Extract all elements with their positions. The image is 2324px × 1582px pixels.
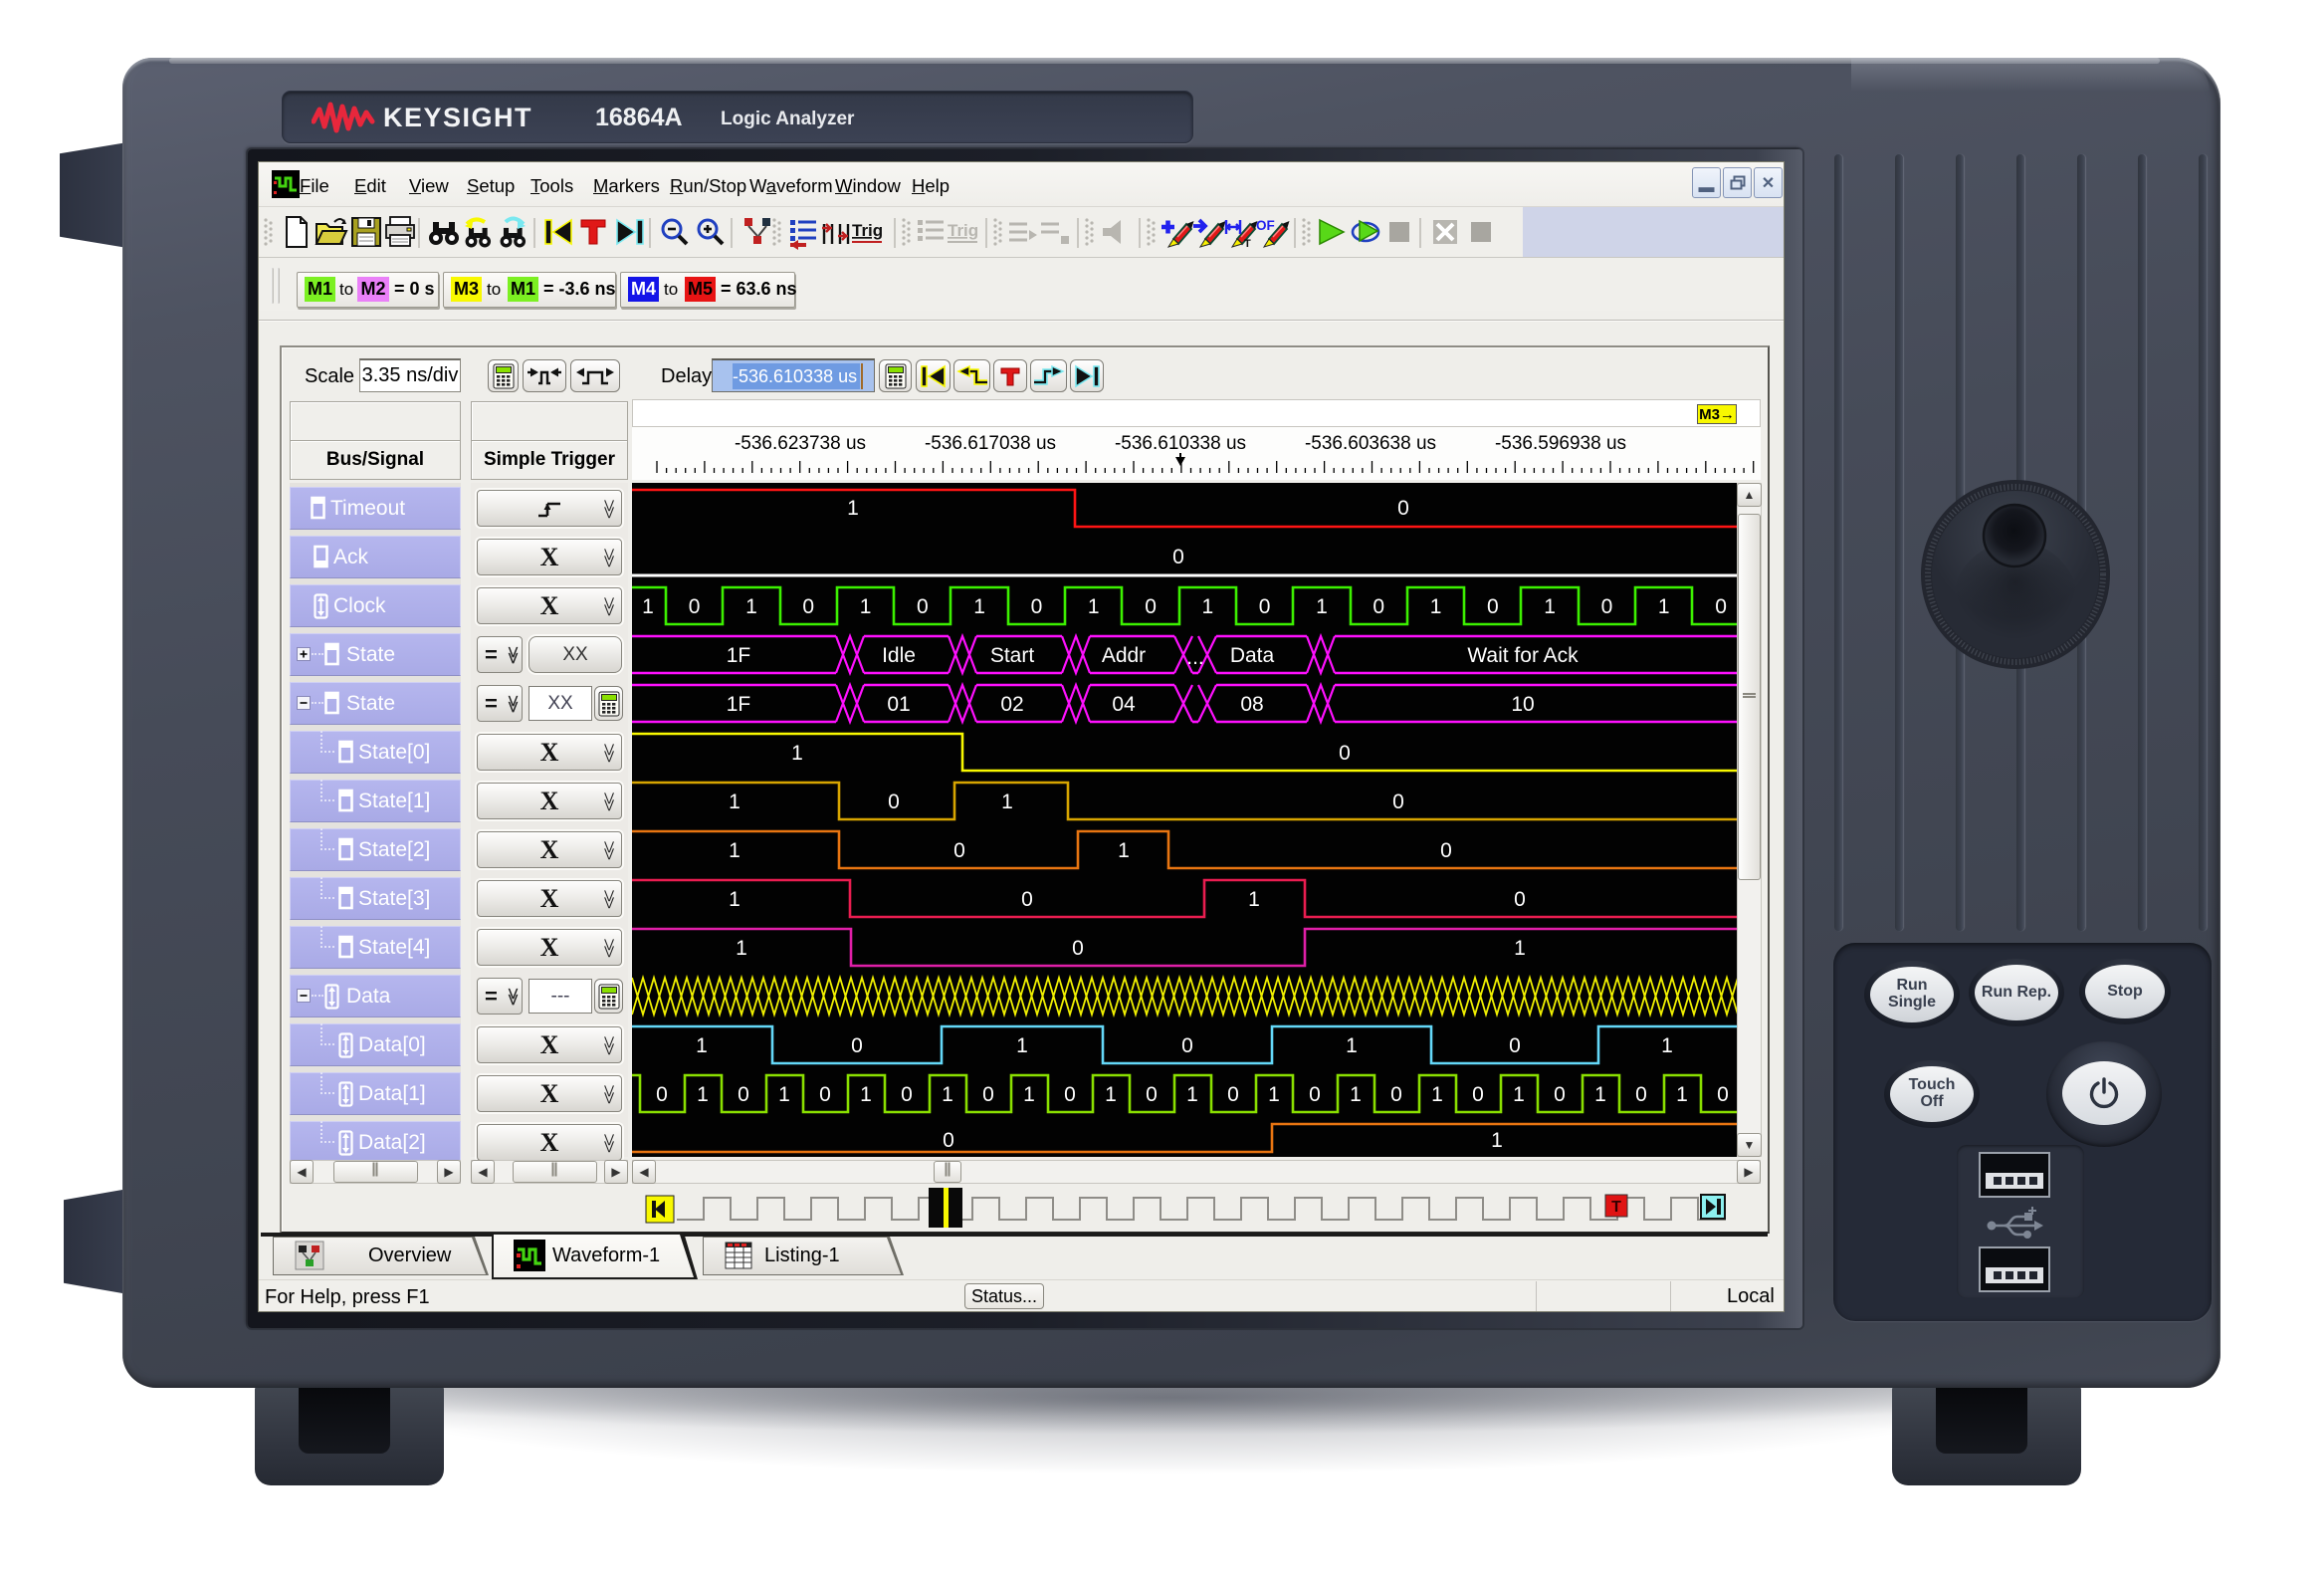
- svg-text:1: 1: [1118, 839, 1130, 862]
- svg-text:-536.610338 us: -536.610338 us: [1115, 433, 1246, 454]
- svg-text:Trig: Trig: [852, 221, 883, 240]
- svg-text:1: 1: [1023, 1083, 1035, 1106]
- svg-text:T: T: [1244, 238, 1251, 250]
- svg-text:0: 0: [1145, 595, 1157, 618]
- svg-text:1: 1: [729, 791, 740, 813]
- svg-text:1: 1: [1658, 595, 1670, 618]
- svg-text:0: 0: [1554, 1083, 1566, 1106]
- svg-text:0: 0: [1392, 791, 1404, 813]
- svg-text:0: 0: [1021, 888, 1033, 911]
- svg-text:1: 1: [1105, 1083, 1117, 1106]
- svg-text:1: 1: [1088, 595, 1100, 618]
- svg-text:0: 0: [1181, 1034, 1193, 1057]
- svg-text:1: 1: [1676, 1083, 1688, 1106]
- svg-text:0: 0: [1309, 1083, 1321, 1106]
- svg-text:1: 1: [1544, 595, 1556, 618]
- svg-text:1: 1: [860, 1083, 872, 1106]
- svg-text:-536.596938 us: -536.596938 us: [1495, 433, 1626, 454]
- svg-text:1: 1: [1248, 888, 1260, 911]
- svg-text:0: 0: [1601, 595, 1613, 618]
- svg-text:0: 0: [1397, 497, 1409, 520]
- svg-text:0: 0: [738, 1083, 749, 1106]
- svg-text:1: 1: [696, 1034, 708, 1057]
- svg-text:1: 1: [1350, 1083, 1362, 1106]
- svg-text:-536.623738 us: -536.623738 us: [735, 433, 866, 454]
- svg-text:0: 0: [888, 791, 900, 813]
- svg-text:0: 0: [917, 595, 929, 618]
- svg-text:0: 0: [982, 1083, 994, 1106]
- svg-text:1F: 1F: [727, 693, 751, 716]
- svg-text:Addr: Addr: [1102, 644, 1146, 667]
- svg-text:1: 1: [736, 937, 747, 960]
- svg-text:0: 0: [1146, 1083, 1158, 1106]
- svg-text:1: 1: [791, 742, 803, 765]
- svg-text:0: 0: [1072, 937, 1084, 960]
- svg-text:04: 04: [1112, 693, 1136, 716]
- svg-text:0: 0: [1509, 1034, 1521, 1057]
- svg-text:1: 1: [973, 595, 985, 618]
- svg-text:0: 0: [1227, 1083, 1239, 1106]
- svg-text:0: 0: [1172, 546, 1184, 568]
- svg-text:0: 0: [901, 1083, 913, 1106]
- svg-text:1: 1: [1431, 1083, 1443, 1106]
- svg-text:1: 1: [1661, 1034, 1673, 1057]
- svg-text:-536.617038 us: -536.617038 us: [925, 433, 1056, 454]
- svg-text:0: 0: [943, 1129, 954, 1152]
- svg-text:1: 1: [642, 595, 654, 618]
- svg-text:1: 1: [1016, 1034, 1028, 1057]
- svg-text:OF: OF: [1256, 218, 1275, 233]
- svg-text:1: 1: [729, 839, 740, 862]
- svg-text:-536.603638 us: -536.603638 us: [1305, 433, 1436, 454]
- svg-text:0: 0: [1031, 595, 1043, 618]
- svg-text:1: 1: [1491, 1129, 1503, 1152]
- svg-text:1: 1: [1268, 1083, 1280, 1106]
- svg-text:0: 0: [656, 1083, 668, 1106]
- svg-text:10: 10: [1511, 693, 1534, 716]
- svg-text:1: 1: [1001, 791, 1013, 813]
- svg-text:0: 0: [1339, 742, 1351, 765]
- svg-text:Wait for Ack: Wait for Ack: [1467, 644, 1579, 667]
- svg-text:1: 1: [1346, 1034, 1358, 1057]
- svg-text:01: 01: [887, 693, 910, 716]
- svg-text:Trig: Trig: [948, 221, 978, 240]
- svg-text:0: 0: [851, 1034, 863, 1057]
- svg-text:0: 0: [953, 839, 965, 862]
- svg-text:0: 0: [1472, 1083, 1484, 1106]
- svg-text:0: 0: [1487, 595, 1499, 618]
- svg-text:1: 1: [860, 595, 872, 618]
- svg-text:0: 0: [1635, 1083, 1647, 1106]
- svg-text:0: 0: [1390, 1083, 1402, 1106]
- svg-text:0: 0: [689, 595, 701, 618]
- svg-text:02: 02: [1000, 693, 1023, 716]
- svg-text:1: 1: [729, 888, 740, 911]
- svg-text:1: 1: [1594, 1083, 1606, 1106]
- svg-text:1: 1: [697, 1083, 709, 1106]
- svg-text:...: ...: [1186, 646, 1204, 669]
- svg-text:1: 1: [778, 1083, 790, 1106]
- svg-text:1: 1: [745, 595, 757, 618]
- svg-text:1: 1: [1430, 595, 1442, 618]
- svg-text:0: 0: [802, 595, 814, 618]
- svg-text:0: 0: [1259, 595, 1271, 618]
- svg-text:1: 1: [1316, 595, 1328, 618]
- svg-text:1: 1: [847, 497, 859, 520]
- svg-text:1: 1: [1186, 1083, 1198, 1106]
- svg-text:0: 0: [1715, 595, 1727, 618]
- svg-text:1: 1: [942, 1083, 953, 1106]
- svg-text:0: 0: [819, 1083, 831, 1106]
- svg-text:0: 0: [1440, 839, 1452, 862]
- svg-text:1: 1: [1202, 595, 1214, 618]
- svg-text:Idle: Idle: [882, 644, 916, 667]
- svg-text:1: 1: [1514, 937, 1526, 960]
- svg-text:0: 0: [1373, 595, 1384, 618]
- svg-text:T: T: [1611, 1199, 1621, 1216]
- svg-text:08: 08: [1240, 693, 1263, 716]
- svg-text:1: 1: [1513, 1083, 1525, 1106]
- svg-text:1F: 1F: [727, 644, 751, 667]
- svg-text:0: 0: [1514, 888, 1526, 911]
- svg-text:Start: Start: [990, 644, 1035, 667]
- svg-text:0: 0: [1717, 1083, 1729, 1106]
- svg-text:0: 0: [1064, 1083, 1076, 1106]
- svg-text:Data: Data: [1230, 644, 1275, 667]
